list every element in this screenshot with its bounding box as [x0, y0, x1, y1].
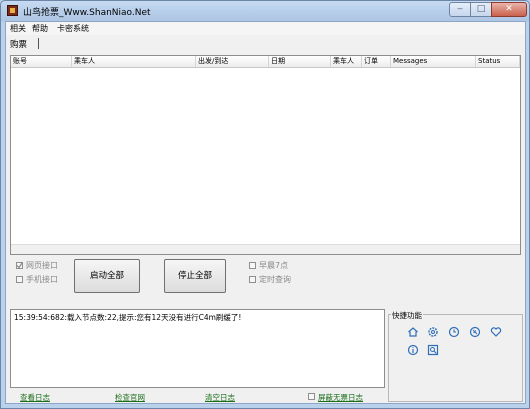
- col-passenger-2[interactable]: 乘车人: [331, 56, 362, 67]
- check-icon: [16, 262, 23, 269]
- clear-log-link[interactable]: 清空日志: [205, 392, 235, 403]
- col-order[interactable]: 订单: [362, 56, 391, 67]
- task-grid[interactable]: 账号 乘车人 出发/到达 日期 乘车人 订单 Messages Status: [10, 55, 521, 255]
- quick-functions-title: 快捷功能: [391, 310, 423, 321]
- mobile-api-checkbox[interactable]: [16, 276, 23, 283]
- menu-bar: 相关 帮助 卡密系统: [6, 22, 525, 35]
- stop-all-button[interactable]: 停止全部: [164, 259, 226, 293]
- home-icon[interactable]: [407, 326, 419, 338]
- tab-strip: 购票: [6, 36, 525, 52]
- start-all-button[interactable]: 启动全部: [74, 259, 140, 293]
- info-icon[interactable]: [407, 344, 419, 356]
- image-icon[interactable]: [427, 344, 439, 356]
- client-area: 相关 帮助 卡密系统 购票 账号 乘车人 出发/到达 日期 乘车人 订单 Mes…: [5, 21, 526, 404]
- grid-scrollbar[interactable]: [11, 244, 520, 254]
- col-date[interactable]: 日期: [269, 56, 331, 67]
- menu-related[interactable]: 相关: [10, 23, 26, 34]
- menu-card-system[interactable]: 卡密系统: [57, 23, 89, 34]
- early-7-label: 早晨7点: [259, 261, 289, 270]
- col-messages[interactable]: Messages: [391, 56, 476, 67]
- scheduled-query-checkbox[interactable]: [249, 276, 256, 283]
- col-account[interactable]: 账号: [11, 56, 72, 67]
- mobile-api-label: 手机接口: [26, 275, 58, 284]
- link-icon[interactable]: [469, 326, 481, 338]
- control-row: 网页接口 手机接口 启动全部 停止全部 早晨7点 定时查询: [10, 259, 521, 312]
- maximize-button[interactable]: □: [470, 2, 492, 17]
- grid-header: 账号 乘车人 出发/到达 日期 乘车人 订单 Messages Status: [11, 56, 520, 68]
- window-title: 山鸟抢票_Www.ShanNiao.Net: [23, 8, 151, 18]
- web-api-checkbox[interactable]: [16, 262, 23, 269]
- app-icon: [7, 5, 18, 16]
- heart-icon[interactable]: [490, 326, 502, 338]
- quick-functions-panel: 快捷功能: [388, 310, 523, 402]
- col-depart-arrive[interactable]: 出发/到达: [196, 56, 269, 67]
- settings-icon[interactable]: [427, 326, 439, 338]
- col-status[interactable]: Status: [476, 56, 520, 67]
- log-area[interactable]: 15:39:54:682:载入节点数:22,提示:您有12天没有进行C4m刷缓了…: [10, 309, 385, 388]
- block-useless-log-label[interactable]: 屏蔽无票日志: [318, 392, 363, 403]
- tab-separator: [38, 38, 39, 49]
- menu-help[interactable]: 帮助: [32, 23, 48, 34]
- tab-buy-ticket[interactable]: 购票: [10, 38, 27, 50]
- col-passenger[interactable]: 乘车人: [72, 56, 196, 67]
- title-bar[interactable]: 山鸟抢票_Www.ShanNiao.Net ‒ □ ✕: [1, 1, 529, 21]
- close-button[interactable]: ✕: [491, 2, 527, 17]
- minimize-button[interactable]: ‒: [449, 2, 471, 17]
- check-site-link[interactable]: 检查官网: [115, 392, 145, 403]
- block-useless-log-checkbox[interactable]: [308, 393, 315, 400]
- early-7-checkbox[interactable]: [249, 262, 256, 269]
- app-window: 山鸟抢票_Www.ShanNiao.Net ‒ □ ✕ 相关 帮助 卡密系统 购…: [0, 0, 530, 409]
- web-api-label: 网页接口: [26, 261, 58, 270]
- view-log-link[interactable]: 查看日志: [20, 392, 50, 403]
- log-line: 15:39:54:682:载入节点数:22,提示:您有12天没有进行C4m刷缓了…: [14, 313, 242, 322]
- scheduled-query-label: 定时查询: [259, 275, 291, 284]
- clock-icon[interactable]: [448, 326, 460, 338]
